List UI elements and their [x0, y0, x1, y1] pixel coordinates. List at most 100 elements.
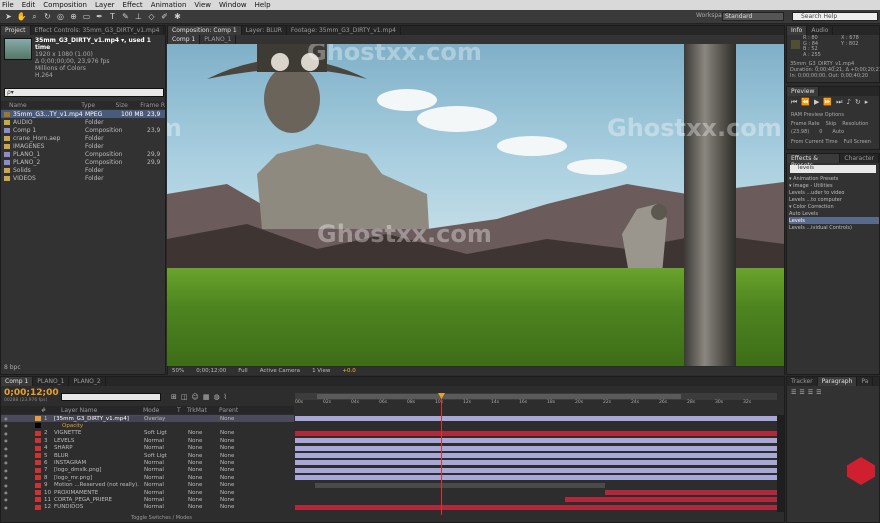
layer-parent[interactable]: None: [220, 460, 234, 466]
timeline-layer-row[interactable]: ● 3 LEVELS Normal None None: [1, 437, 294, 444]
timeline-layer-row[interactable]: ● 8 [logo_mr.png] Normal None None: [1, 474, 294, 481]
toggle-switches-modes[interactable]: Toggle Switches / Modes: [131, 515, 192, 521]
timeline-scrollbar[interactable]: [777, 415, 784, 512]
eraser-tool-icon[interactable]: ◇: [146, 12, 157, 22]
project-item[interactable]: PLANO_2 Composition 29,9: [1, 158, 165, 166]
visibility-eye-icon[interactable]: ●: [1, 483, 11, 488]
puppet-tool-icon[interactable]: ✱: [172, 12, 183, 22]
layer-name[interactable]: FUNDIDOS: [54, 504, 144, 510]
layer-parent[interactable]: None: [220, 467, 234, 473]
layer-track-matte[interactable]: None: [188, 497, 220, 503]
visibility-eye-icon[interactable]: ●: [1, 460, 11, 465]
label-color-swatch[interactable]: [35, 430, 41, 436]
shy-icon[interactable]: ☺: [192, 393, 199, 401]
pen-tool-icon[interactable]: ✒: [94, 12, 105, 22]
timeline-layer-row[interactable]: ● 10 PROXIMAMENTE Normal None None: [1, 489, 294, 496]
visibility-eye-icon[interactable]: ●: [1, 505, 11, 510]
tab-preview[interactable]: Preview: [787, 87, 820, 96]
prev-frame-icon[interactable]: ⏪: [801, 98, 810, 107]
tab-character[interactable]: Character: [840, 154, 879, 163]
visibility-eye-icon[interactable]: ●: [1, 431, 11, 436]
full-screen-checkbox[interactable]: Full Screen: [844, 139, 871, 146]
project-item[interactable]: 35mm_G3...TY_v1.mp4 MPEG 100 MB 23,9: [1, 110, 165, 118]
layer-duration-bar[interactable]: [295, 445, 777, 451]
layer-duration-bar[interactable]: [295, 416, 777, 421]
layer-name[interactable]: [logo_dmslk.png]: [54, 467, 144, 473]
layer-track-matte[interactable]: None: [188, 490, 220, 496]
effects-tree-item[interactable]: ▾ Animation Presets: [789, 175, 879, 182]
label-color-swatch[interactable]: [35, 423, 41, 429]
timeline-layer-row[interactable]: ● 12 FUNDIDOS Normal None None: [1, 504, 294, 511]
play-icon[interactable]: ▶: [814, 98, 819, 107]
layer-parent[interactable]: None: [220, 445, 234, 451]
subtab-plano1[interactable]: PLANO_1: [200, 35, 237, 44]
tab-info[interactable]: Info: [787, 26, 808, 35]
frame-rate-select[interactable]: (23.98): [791, 129, 809, 136]
layer-duration-bar[interactable]: [565, 497, 777, 503]
layer-parent[interactable]: None: [220, 497, 234, 503]
draft-3d-icon[interactable]: ◫: [181, 393, 188, 401]
audio-icon[interactable]: ♪: [846, 98, 850, 107]
zoom-select[interactable]: 50%: [172, 368, 184, 374]
layer-blend-mode[interactable]: Soft Ligt: [144, 453, 188, 459]
exposure-value[interactable]: +0.0: [342, 368, 355, 374]
layer-duration-bar[interactable]: [295, 504, 777, 510]
effects-tree-item[interactable]: Levels ...to computer: [789, 196, 879, 203]
text-tool-icon[interactable]: T: [107, 12, 118, 22]
pan-behind-tool-icon[interactable]: ⊕: [68, 12, 79, 22]
layer-track-matte[interactable]: None: [188, 475, 220, 481]
time-ruler[interactable]: 00s 02s 04s 06s 08s 10s 12s 14s 16s 18s 20s 22s 24s 2…: [295, 400, 777, 408]
layer-track-matte[interactable]: None: [188, 467, 220, 473]
layer-duration-bar[interactable]: [295, 460, 777, 466]
tab-footage[interactable]: Footage: 35mm_G3_DIRTY_v1.mp4: [287, 26, 401, 35]
label-color-swatch[interactable]: [35, 438, 41, 444]
tab-comp1[interactable]: Comp 1: [1, 377, 34, 386]
effects-tree-item[interactable]: Levels ...uder to video: [789, 189, 879, 196]
frame-blend-icon[interactable]: ▦: [203, 393, 210, 401]
project-item[interactable]: AUDIO Folder: [1, 118, 165, 126]
align-right-icon[interactable]: ☰: [808, 389, 813, 396]
layer-blend-mode[interactable]: Soft Ligt: [144, 430, 188, 436]
layer-parent[interactable]: None: [220, 475, 234, 481]
resolution-select[interactable]: Auto: [832, 129, 844, 136]
project-item[interactable]: Comp 1 Composition 23,9: [1, 126, 165, 134]
label-color-swatch[interactable]: [35, 490, 41, 495]
tab-project[interactable]: Project: [1, 26, 31, 35]
layer-parent[interactable]: None: [220, 438, 234, 444]
layer-track-matte[interactable]: None: [188, 504, 220, 510]
visibility-eye-icon[interactable]: ●: [1, 423, 11, 428]
align-center-icon[interactable]: ☰: [799, 389, 804, 396]
effects-tree-item[interactable]: ▾ Image - Utilities: [789, 182, 879, 189]
last-frame-icon[interactable]: ⏭: [836, 98, 842, 107]
tab-layer[interactable]: Layer: BLUR: [242, 26, 287, 35]
layer-blend-mode[interactable]: Overlay: [144, 416, 188, 422]
layer-name[interactable]: SHARP: [54, 445, 144, 451]
first-frame-icon[interactable]: ⏮: [791, 98, 797, 107]
from-current-time-checkbox[interactable]: From Current Time: [791, 139, 838, 146]
layer-blend-mode[interactable]: Normal: [144, 482, 188, 488]
graph-editor-icon[interactable]: ⌇: [224, 393, 227, 401]
layer-blend-mode[interactable]: Normal: [144, 490, 188, 496]
layer-parent[interactable]: None: [220, 482, 234, 488]
tab-effect-controls[interactable]: Effect Controls: 35mm_G3_DIRTY_v1.mp4: [31, 26, 165, 35]
clone-tool-icon[interactable]: ⊥: [133, 12, 144, 22]
layer-name[interactable]: Opacity: [54, 423, 144, 429]
layer-duration-bar[interactable]: [605, 490, 777, 495]
menu-window[interactable]: Window: [219, 1, 247, 9]
skip-select[interactable]: 0: [819, 129, 822, 136]
layer-blend-mode[interactable]: Normal: [144, 445, 188, 451]
bpc-indicator[interactable]: 8 bpc: [4, 364, 21, 371]
layer-name[interactable]: [logo_mr.png]: [54, 475, 144, 481]
effects-search-input[interactable]: levels: [790, 165, 876, 173]
visibility-eye-icon[interactable]: ●: [1, 438, 11, 443]
timeline-layer-row[interactable]: ● 9 Motion ...Reserved (not really). Normal…: [1, 482, 294, 489]
timeline-timecode[interactable]: 0;00;12;00: [4, 388, 59, 398]
layer-track-matte[interactable]: None: [188, 453, 220, 459]
project-item[interactable]: PLANO_1 Composition 29,9: [1, 150, 165, 158]
col-name[interactable]: Name: [1, 102, 81, 109]
col-size[interactable]: Size: [116, 102, 141, 109]
layer-blend-mode[interactable]: Normal: [144, 438, 188, 444]
timeline-layer-row[interactable]: ● 6 INSTAGRAM Normal None None: [1, 459, 294, 466]
zoom-tool-icon[interactable]: ⌕: [29, 12, 40, 22]
layer-name[interactable]: BLUR: [54, 453, 144, 459]
